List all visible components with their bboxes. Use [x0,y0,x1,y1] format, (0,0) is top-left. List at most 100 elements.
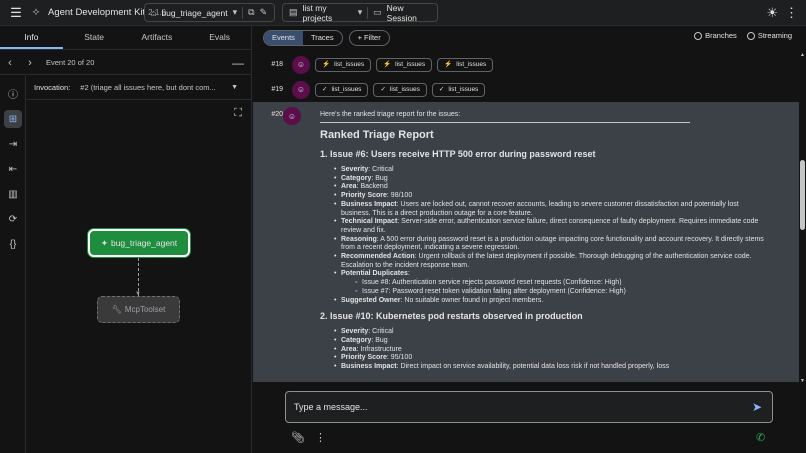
duplicates-list: Issue #8: Authentication service rejects… [355,279,765,296]
graph-view-icon[interactable]: ⊞ [4,110,22,128]
list-item: Issue #8: Authentication service rejects… [355,279,765,288]
filter-button[interactable]: + Filter [348,30,390,46]
list-item: Priority Score: 98/100 [334,192,765,201]
function-response-chip[interactable]: ✓ list_issues [431,82,486,97]
report-title: Ranked Triage Report [320,129,434,141]
event-row-selected[interactable]: #20 ☺ Here's the ranked triage report fo… [253,102,799,382]
scrollbar-thumb[interactable] [800,160,805,230]
list-item: Suggested Owner: No suitable owner found… [334,297,765,306]
agent-graph: ⛶ ✦ bug_triage_agent ▼ 🔧︎ McpToolset [26,101,252,453]
function-call-chip[interactable]: ⚡ list_issues [437,57,494,72]
chevron-down-icon: ▾ [232,7,238,17]
bolt-icon: ⚡ [444,60,453,68]
event-number: #20 [271,111,283,118]
check-icon: ✓ [322,85,328,93]
tab-artifacts[interactable]: Artifacts [126,26,189,49]
tab-evals[interactable]: Evals [188,26,251,49]
graph-node-tool[interactable]: 🔧︎ McpToolset [97,296,180,323]
message-intro: Here's the ranked triage report for the … [320,111,461,118]
phone-icon[interactable]: ✆ [756,431,765,444]
list-item: Business Impact: Direct impact on servic… [334,363,765,372]
scroll-up-icon[interactable]: ▲ [800,52,805,58]
icon-rail: ⓘ ⊞ ⇥ ⇤ ▥ ⟳ {} [0,76,26,453]
app-title: Agent Development Kit [48,7,146,18]
chip-label: list_issues [334,60,365,68]
event-row: #19 ☺ ✓ list_issues ✓ list_issues ✓ list_is… [253,77,799,102]
branches-toggle[interactable]: Branches [694,31,737,40]
chevron-left-icon[interactable]: ‹ [0,57,20,69]
info-icon[interactable]: ⓘ [4,84,22,102]
toggle-events[interactable]: Events [264,31,303,45]
chip-label: list_issues [331,85,362,93]
issue-heading: 1. Issue #6: Users receive HTTP 500 erro… [320,149,596,159]
issue-heading: 2. Issue #10: Kubernetes pod restarts ob… [320,311,583,322]
issue-details: Severity: Critical Category: Bug Area: B… [334,166,765,305]
code-braces-icon[interactable]: {} [4,235,22,253]
session-label[interactable]: list my projects [303,3,353,23]
list-item: Area: Infrastructure [334,346,765,355]
divider [242,6,244,19]
new-session-icon[interactable]: ▭ [373,7,382,18]
agent-message: Here's the ranked triage report for the … [320,111,765,372]
check-icon: ✓ [438,85,445,93]
chat-panel: Events Traces + Filter Branches Streamin… [253,26,806,453]
options: Branches Streaming [694,31,792,40]
function-response-chip[interactable]: ✓ list_issues [315,82,369,97]
graph-icon[interactable]: ⧉ [248,7,254,18]
attach-icon[interactable]: 📎︎ [291,431,305,444]
sync-icon[interactable]: ⟳ [4,210,22,228]
tool-node-label: McpToolset [124,305,166,314]
chip-label: list_issues [448,85,479,93]
radio-icon [694,31,703,40]
request-icon[interactable]: ⇥ [4,135,22,153]
function-call-chip[interactable]: ⚡ list_issues [315,57,372,72]
invocation-label: Invocation: [34,83,71,92]
more-vert-icon[interactable]: ⋮ [315,431,326,444]
metrics-icon[interactable]: ▥ [4,185,22,203]
fullscreen-icon[interactable]: ⛶ [234,107,242,120]
side-tabs: Info State Artifacts Evals [0,26,251,50]
event-row: #18 ☺ ⚡ list_issues ⚡ list_issues ⚡ list_is… [253,52,799,77]
chevron-down-icon[interactable]: ▾ [358,7,363,18]
event-number: #18 [271,61,283,68]
wrench-icon: 🔧︎ [111,305,122,314]
view-toggle: Events Traces [263,30,343,46]
toggle-traces[interactable]: Traces [303,31,342,45]
streaming-label: Streaming [757,31,792,40]
collapse-icon[interactable]: — [232,56,244,70]
list-item: Potential Duplicates: Issue #8: Authenti… [334,270,765,296]
message-box: ➤ [285,391,773,423]
agent-selector[interactable]: ⌂ bug_triage_agent ▾ ⧉ ✎ [144,3,275,22]
bolt-icon: ⚡ [383,60,392,68]
chevron-right-icon[interactable]: › [20,57,40,69]
send-icon[interactable]: ➤ [752,400,772,414]
scroll-down-icon[interactable]: ▼ [800,378,805,384]
menu-icon[interactable]: ☰ [6,3,26,23]
graph-node-agent[interactable]: ✦ bug_triage_agent [88,229,190,257]
list-item: Severity: Critical [334,328,765,337]
edit-icon[interactable]: ✎ [260,7,268,18]
message-input[interactable] [286,402,752,412]
function-response-chip[interactable]: ✓ list_issues [373,82,427,97]
event-list: #18 ☺ ⚡ list_issues ⚡ list_issues ⚡ list_is… [253,52,799,382]
streaming-toggle[interactable]: Streaming [746,31,792,40]
new-session-button[interactable]: New Session [387,3,431,23]
list-item: Category: Bug [334,175,765,184]
adk-logo-icon: ⟡ [32,6,40,18]
function-call-chip[interactable]: ⚡ list_issues [376,57,433,72]
list-item: Technical Impact: Server-side error, aut… [334,218,765,235]
bolt-icon: ⚡ [322,60,331,68]
response-icon[interactable]: ⇤ [4,160,22,178]
session-list-icon: ▤ [289,7,298,17]
list-item: Reasoning: A 500 error during password r… [334,236,765,253]
more-vert-icon[interactable]: ⋮ [785,5,798,21]
side-panel: Info State Artifacts Evals ‹ › Event 20 … [0,26,252,453]
chip-label: list_issues [395,60,426,68]
agent-node-label: bug_triage_agent [110,238,178,248]
list-item: Business Impact: Users are locked out, c… [334,201,765,218]
invocation-selector[interactable]: Invocation: #2 (triage all issues here, … [26,76,252,100]
bot-avatar-icon: ☺ [292,55,310,74]
tab-state[interactable]: State [63,26,126,49]
tab-info[interactable]: Info [0,26,63,49]
theme-toggle-icon[interactable]: ☀ [766,5,778,21]
